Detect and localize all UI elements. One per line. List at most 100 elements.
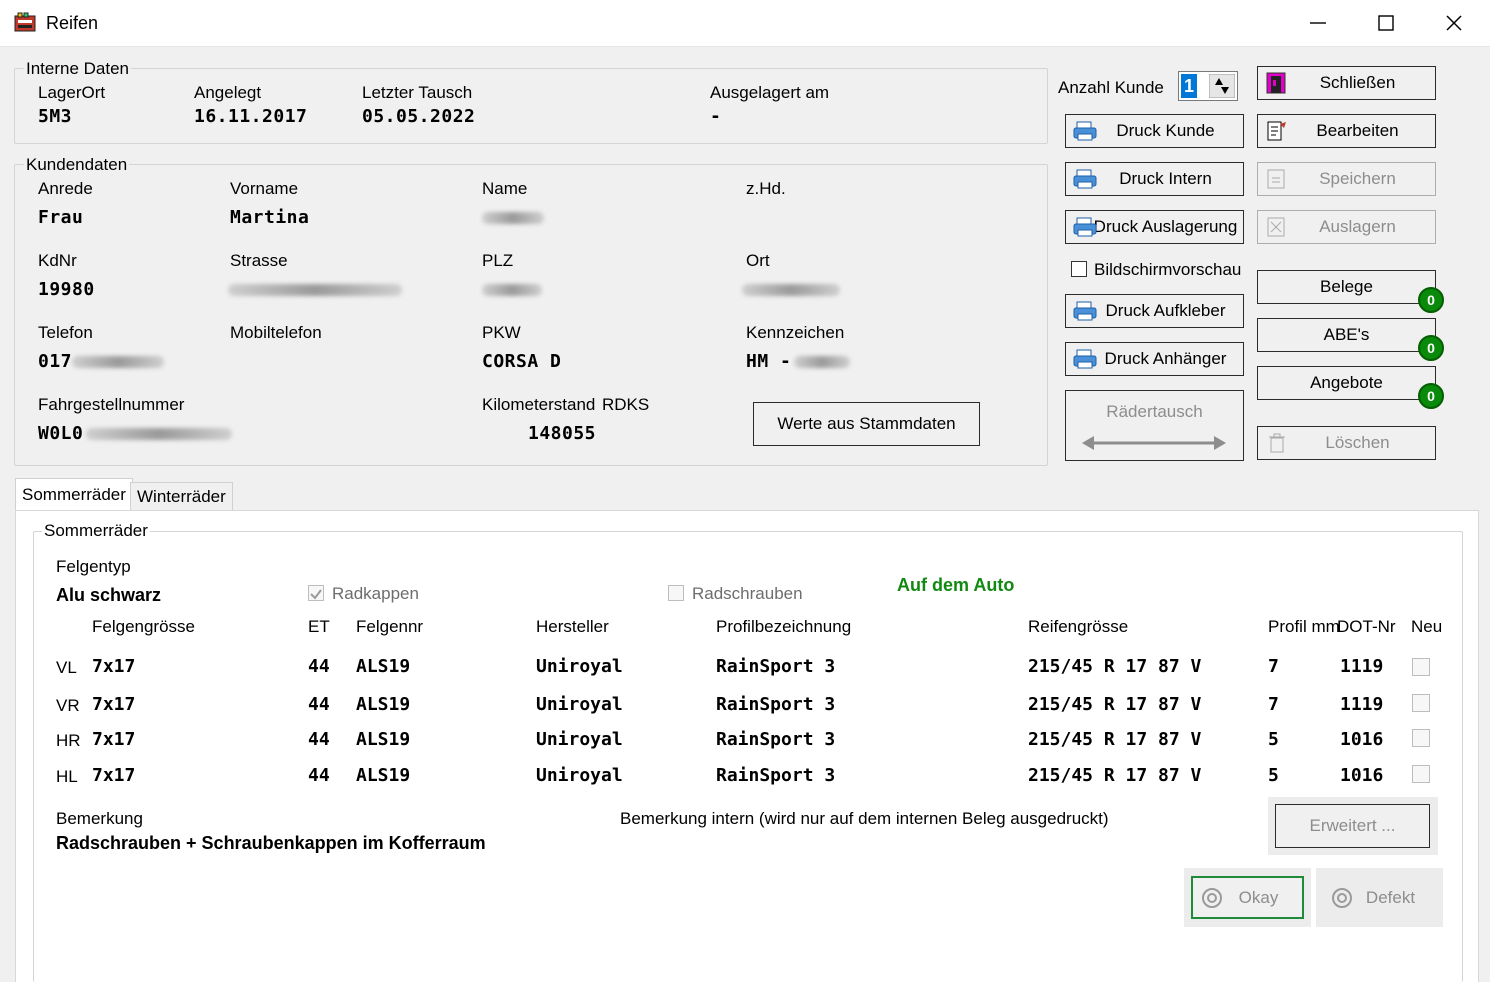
okay-button[interactable]: Okay (1191, 876, 1304, 919)
name-label: Name (482, 179, 528, 198)
row-dot-nr: 1119 (1340, 694, 1384, 715)
druck-intern-button[interactable]: Druck Intern (1065, 162, 1244, 196)
loeschen-label: Löschen (1325, 433, 1390, 452)
abes-button[interactable]: ABE's (1257, 318, 1436, 352)
schliessen-button[interactable]: Schließen (1257, 66, 1436, 100)
felgentyp-label: Felgentyp (56, 557, 131, 576)
bemerkung-value: Radschrauben + Schraubenkappen im Koffer… (56, 833, 486, 853)
maximize-button[interactable] (1352, 0, 1420, 46)
interne-daten-group (14, 68, 1048, 144)
row-profil-mm: 7 (1268, 694, 1279, 715)
druck-kunde-button[interactable]: Druck Kunde (1065, 114, 1244, 148)
druck-aufkleber-button[interactable]: Druck Aufkleber (1065, 294, 1244, 328)
kennzeichen-redacted (794, 356, 850, 368)
row-et: 44 (308, 765, 330, 786)
telefon-label: Telefon (38, 323, 93, 342)
anrede-label: Anrede (38, 179, 93, 198)
row-neu-checkbox[interactable] (1412, 694, 1430, 712)
row-position: HL (56, 767, 78, 786)
letzter-tausch-label: Letzter Tausch (362, 83, 473, 102)
felgentyp-value: Alu schwarz (56, 585, 162, 605)
row-et: 44 (308, 656, 330, 677)
kdnr-value: 19980 (38, 279, 95, 300)
table-row: HR 7x17 44 ALS19 Uniroyal RainSport 3 21… (0, 729, 1490, 753)
fahrgestellnummer-redacted (86, 428, 232, 440)
loeschen-button[interactable]: Löschen (1257, 426, 1436, 460)
tab-sommerraeder[interactable]: Sommerräder (15, 478, 133, 511)
okay-label: Okay (1238, 887, 1279, 907)
druck-auslagerung-label: Druck Auslagerung (1093, 217, 1238, 236)
radschrauben-checkbox[interactable] (668, 585, 684, 601)
anzahl-kunde-value[interactable]: 1 (1181, 74, 1197, 98)
druck-intern-label: Druck Intern (1119, 169, 1212, 188)
row-felgengroesse: 7x17 (92, 656, 136, 677)
row-felgennr: ALS19 (356, 729, 411, 750)
telefon-value: 017 (38, 351, 73, 372)
row-felgennr: ALS19 (356, 765, 411, 786)
lagerort-label: LagerOrt (38, 83, 106, 102)
ausgelagert-value: - (710, 106, 722, 127)
bearbeiten-button[interactable]: Bearbeiten (1257, 114, 1436, 148)
raedertausch-button[interactable]: Rädertausch (1065, 390, 1244, 461)
row-neu-checkbox[interactable] (1412, 729, 1430, 747)
bemerkung-label: Bemerkung (56, 809, 143, 828)
bildschirmvorschau-checkbox[interactable] (1071, 261, 1087, 277)
row-hersteller: Uniroyal (536, 729, 623, 750)
close-button[interactable] (1420, 0, 1488, 46)
row-felgengroesse: 7x17 (92, 694, 136, 715)
druck-aufkleber-label: Druck Aufkleber (1105, 301, 1226, 320)
defekt-button[interactable]: Defekt (1323, 876, 1436, 919)
row-neu-checkbox[interactable] (1412, 658, 1430, 676)
row-reifengroesse: 215/45 R 17 87 V (1028, 656, 1202, 677)
remove-box-icon (1267, 217, 1285, 237)
fahrgestellnummer-value: W0L0 (38, 423, 84, 444)
ort-label: Ort (746, 251, 770, 270)
pkw-value: CORSA D (482, 351, 562, 372)
tab-winterraeder[interactable]: Winterräder (130, 482, 233, 510)
row-dot-nr: 1119 (1340, 656, 1384, 677)
anzahl-kunde-spinner[interactable]: 1 (1178, 71, 1238, 101)
speichern-button[interactable]: Speichern (1257, 162, 1436, 196)
druck-auslagerung-button[interactable]: Druck Auslagerung (1065, 210, 1244, 244)
kennzeichen-value: HM - (746, 351, 792, 372)
table-row: HL 7x17 44 ALS19 Uniroyal RainSport 3 21… (0, 765, 1490, 789)
row-felgennr: ALS19 (356, 656, 411, 677)
rdks-label: RDKS (602, 395, 650, 414)
abes-count-badge: 0 (1418, 335, 1444, 361)
row-neu-checkbox[interactable] (1412, 765, 1430, 783)
letzter-tausch-value: 05.05.2022 (362, 106, 476, 127)
swap-arrow-icon (1082, 436, 1226, 450)
row-hersteller: Uniroyal (536, 694, 623, 715)
schliessen-label: Schließen (1319, 73, 1396, 92)
printer-icon (1073, 349, 1097, 369)
auslagern-label: Auslagern (1319, 217, 1396, 236)
mobiltelefon-label: Mobiltelefon (230, 323, 322, 342)
header-profil-mm: Profil mm (1268, 617, 1340, 636)
angebote-count-badge: 0 (1418, 383, 1444, 409)
row-dot-nr: 1016 (1340, 765, 1384, 786)
werte-aus-stammdaten-button[interactable]: Werte aus Stammdaten (753, 402, 980, 446)
angelegt-value: 16.11.2017 (194, 106, 308, 127)
bearbeiten-label: Bearbeiten (1316, 121, 1399, 140)
belege-button[interactable]: Belege (1257, 270, 1436, 304)
save-icon (1267, 169, 1285, 189)
bemerkung-intern-label: Bemerkung intern (wird nur auf dem inter… (620, 809, 1109, 828)
trash-icon (1269, 433, 1285, 453)
table-row: VR 7x17 44 ALS19 Uniroyal RainSport 3 21… (0, 694, 1490, 718)
minimize-button[interactable] (1284, 0, 1352, 46)
auslagern-button[interactable]: Auslagern (1257, 210, 1436, 244)
druck-anhaenger-button[interactable]: Druck Anhänger (1065, 342, 1244, 376)
anzahl-kunde-label: Anzahl Kunde (1058, 78, 1164, 97)
angebote-button[interactable]: Angebote (1257, 366, 1436, 400)
row-felgengroesse: 7x17 (92, 765, 136, 786)
row-reifengroesse: 215/45 R 17 87 V (1028, 694, 1202, 715)
radkappen-checkbox[interactable] (308, 585, 324, 601)
druck-kunde-label: Druck Kunde (1116, 121, 1215, 140)
row-felgennr: ALS19 (356, 694, 411, 715)
erweitert-button[interactable]: Erweitert ... (1275, 804, 1430, 848)
header-reifengroesse: Reifengrösse (1028, 617, 1129, 636)
name-redacted (482, 212, 544, 224)
spinner-arrows-icon[interactable] (1209, 74, 1235, 98)
title-bar: Reifen (0, 0, 1490, 47)
row-profil-mm: 5 (1268, 765, 1279, 786)
